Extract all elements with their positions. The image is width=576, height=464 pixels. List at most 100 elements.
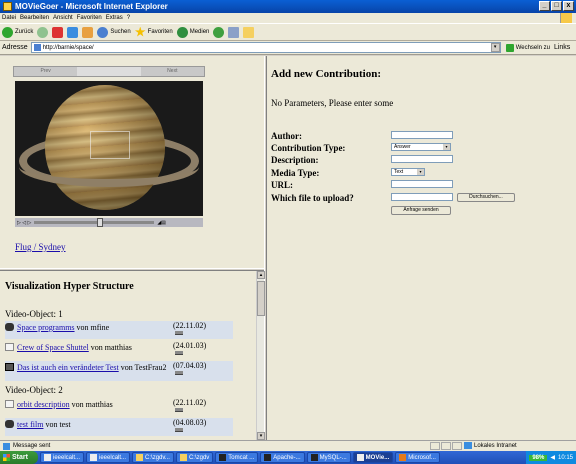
system-tray: 98% ◀ 10:15 bbox=[526, 451, 576, 464]
url-field[interactable] bbox=[391, 180, 453, 188]
entry-date: (07.04.03) bbox=[173, 361, 207, 370]
taskbar-item-label: C:\zgdv bbox=[188, 454, 210, 461]
contribution-type-value: Answer bbox=[394, 144, 411, 150]
mail-button[interactable] bbox=[228, 26, 240, 38]
status-text: Message sent bbox=[13, 443, 51, 449]
list-item: Crew of Space Shuttel von matthias (24.0… bbox=[5, 341, 233, 359]
speaker-icon[interactable]: ◀ bbox=[550, 454, 555, 461]
security-zone: Lokales Intranet bbox=[464, 442, 517, 449]
timeline-knob[interactable] bbox=[96, 218, 103, 227]
entry-link[interactable]: Crew of Space Shuttel bbox=[17, 343, 89, 352]
taskbar-item[interactable]: ieeelcalt... bbox=[40, 452, 85, 463]
back-button[interactable]: Zurück bbox=[2, 26, 33, 38]
taskbar-item[interactable]: MySQL-... bbox=[306, 452, 351, 463]
contribution-frame: Add new Contribution: No Parameters, Ple… bbox=[267, 56, 576, 440]
taskbar-item-active[interactable]: MOVie... bbox=[352, 452, 394, 463]
cat-icon bbox=[5, 420, 14, 428]
address-dropdown[interactable]: ▾ bbox=[490, 43, 500, 52]
zone-label: Lokales Intranet bbox=[474, 442, 517, 449]
stop-button[interactable] bbox=[52, 26, 64, 38]
timeline-slider[interactable] bbox=[34, 218, 155, 227]
address-url: http://barnie/space/ bbox=[42, 44, 94, 51]
video-player[interactable] bbox=[15, 81, 203, 216]
player-tab-mid bbox=[77, 67, 141, 76]
media-type-label: Media Type: bbox=[271, 168, 320, 178]
taskbar-item[interactable]: C:\zgdv... bbox=[132, 452, 174, 463]
media-type-select[interactable]: Text ▾ bbox=[391, 168, 425, 176]
title-bar: MOVieGoer - Microsoft Internet Explorer … bbox=[0, 0, 576, 13]
author-field[interactable] bbox=[391, 131, 453, 139]
taskbar-item[interactable]: ieeelcalt... bbox=[86, 452, 131, 463]
file-path-field[interactable] bbox=[391, 193, 453, 201]
window-title: MOVieGoer - Microsoft Internet Explorer bbox=[15, 2, 168, 11]
play-controls[interactable]: ▷ ◁ ▷ bbox=[17, 220, 31, 226]
contribution-type-select[interactable]: Answer ▾ bbox=[391, 143, 451, 151]
menu-extras[interactable]: Extras bbox=[106, 15, 123, 21]
close-button[interactable]: x bbox=[563, 1, 574, 11]
entry-author: von matthias bbox=[88, 343, 132, 352]
favorites-button[interactable]: Favoriten bbox=[134, 26, 173, 38]
entry-link[interactable]: Space programms bbox=[17, 323, 75, 332]
video-object-heading: Video-Object: 2 bbox=[5, 385, 63, 395]
taskbar-item[interactable]: C:\zgdv bbox=[175, 452, 214, 463]
page-status-icon bbox=[3, 442, 10, 450]
player-tab-next[interactable]: Next bbox=[141, 67, 204, 76]
description-field[interactable] bbox=[391, 155, 453, 163]
go-arrow-icon bbox=[505, 43, 514, 52]
search-button[interactable]: Suchen bbox=[97, 26, 131, 38]
links-button[interactable]: Links bbox=[554, 44, 570, 51]
menu-help[interactable]: ? bbox=[127, 15, 130, 21]
entry-author: von TestFrau2 bbox=[118, 363, 167, 372]
taskbar-item[interactable]: Tomcat ... bbox=[215, 452, 259, 463]
list-item: test film von test (04.08.03) bbox=[5, 418, 233, 436]
clock[interactable]: 10:15 bbox=[558, 455, 573, 461]
entry-link[interactable]: test film bbox=[17, 420, 43, 429]
submit-button[interactable]: Anfrage senden bbox=[391, 206, 451, 215]
ie-icon bbox=[356, 454, 364, 461]
taskbar-item[interactable]: Apache-... bbox=[260, 452, 305, 463]
battery-indicator[interactable]: 98% bbox=[529, 454, 548, 461]
vhs-scrollbar[interactable]: ▴ ▾ bbox=[256, 271, 265, 440]
minimize-button[interactable]: _ bbox=[539, 1, 550, 11]
menu-favoriten[interactable]: Favoriten bbox=[77, 15, 102, 21]
scroll-down-button[interactable]: ▾ bbox=[257, 432, 265, 440]
start-label: Start bbox=[12, 454, 28, 461]
list-item: orbit description von matthias (22.11.02… bbox=[5, 398, 233, 416]
go-button[interactable]: Wechseln zu bbox=[505, 43, 550, 52]
star-icon bbox=[134, 26, 146, 37]
entry-link[interactable]: Das ist auch ein verändeter Test bbox=[17, 363, 119, 372]
media-button[interactable]: Medien bbox=[176, 26, 210, 38]
folder-button[interactable] bbox=[243, 26, 255, 38]
media-label: Medien bbox=[189, 29, 210, 35]
taskbar-item-label: Microsof... bbox=[408, 454, 436, 461]
menu-bearbeiten[interactable]: Bearbeiten bbox=[20, 15, 49, 21]
history-button[interactable] bbox=[213, 26, 225, 38]
refresh-icon bbox=[67, 26, 79, 38]
address-label: Adresse bbox=[2, 44, 28, 51]
browse-button[interactable]: Durchsuchen... bbox=[457, 193, 515, 202]
start-button[interactable]: Start bbox=[0, 451, 38, 464]
refresh-button[interactable] bbox=[67, 26, 79, 38]
player-tab-prev[interactable]: Prev bbox=[14, 67, 77, 76]
flug-link[interactable]: Flug / Sydney bbox=[15, 242, 66, 252]
maximize-button[interactable]: □ bbox=[551, 1, 562, 11]
taskbar-item[interactable]: Microsof... bbox=[395, 452, 440, 463]
home-button[interactable] bbox=[82, 26, 94, 38]
entry-date: (22.11.02) bbox=[173, 321, 207, 330]
entry-link[interactable]: orbit description bbox=[17, 400, 70, 409]
scroll-up-button[interactable]: ▴ bbox=[257, 271, 265, 279]
hotspot-box[interactable] bbox=[90, 131, 130, 159]
menu-ansicht[interactable]: Ansicht bbox=[53, 15, 73, 21]
status-cells bbox=[430, 442, 462, 450]
cat-icon bbox=[5, 323, 14, 331]
forward-button[interactable] bbox=[37, 26, 49, 38]
scroll-thumb[interactable] bbox=[257, 281, 265, 316]
menu-bar: Datei Bearbeiten Ansicht Favoriten Extra… bbox=[0, 13, 576, 23]
page-icon bbox=[33, 44, 41, 51]
address-input[interactable]: http://barnie/space/ bbox=[30, 42, 501, 53]
volume-icon[interactable]: ◢▤ bbox=[157, 220, 166, 226]
entry-badge-icon bbox=[175, 428, 183, 432]
toolbar: Zurück Suchen Favoriten Medien bbox=[0, 23, 576, 41]
vhs-title: Visualization Hyper Structure bbox=[5, 281, 134, 292]
menu-datei[interactable]: Datei bbox=[2, 15, 16, 21]
